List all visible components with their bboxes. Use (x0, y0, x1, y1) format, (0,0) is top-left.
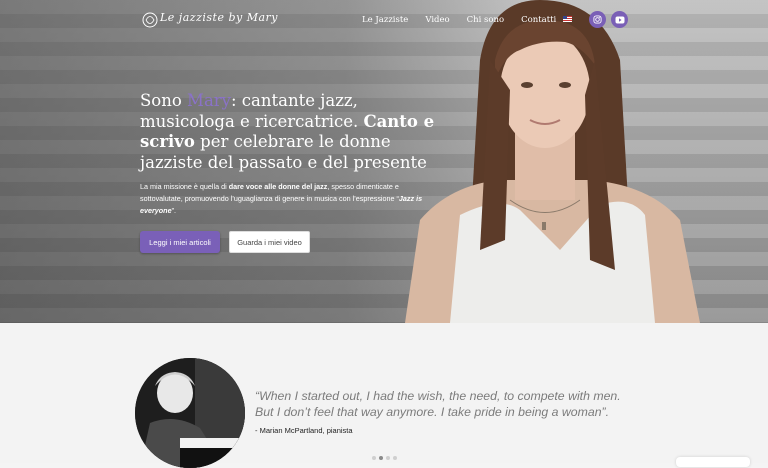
mission-end: ”. (171, 206, 176, 215)
floating-widget[interactable] (676, 457, 750, 467)
testimonial-attribution: - Marian McPartland, pianista (255, 426, 353, 435)
hero-section: Le jazziste by Mary Le Jazziste Video Ch… (0, 0, 768, 323)
us-flag-icon[interactable] (563, 16, 572, 22)
nav-item-chi-sono[interactable]: Chi sono (467, 15, 504, 25)
carousel-dot-2[interactable] (379, 456, 383, 460)
mission-bold: dare voce alle donne del jazz (228, 182, 328, 191)
watch-videos-button[interactable]: Guarda i miei video (229, 231, 310, 253)
carousel-dot-1[interactable] (372, 456, 376, 460)
carousel-dots (372, 456, 397, 460)
carousel-dot-4[interactable] (393, 456, 397, 460)
mission-intro: La mia missione è quella di (140, 182, 229, 191)
carousel-dot-3[interactable] (386, 456, 390, 460)
read-articles-button[interactable]: Leggi i miei articoli (140, 231, 220, 253)
testimonial-portrait (135, 358, 245, 468)
main-nav: Le Jazziste Video Chi sono Contatti (362, 15, 556, 25)
youtube-icon[interactable] (611, 11, 628, 28)
headline-name: Mary (187, 91, 231, 110)
nav-item-contatti[interactable]: Contatti (521, 15, 556, 25)
instagram-icon[interactable] (589, 11, 606, 28)
headline-intro: Sono (140, 91, 188, 110)
testimonial-quote: “When I started out, I had the wish, the… (255, 389, 621, 419)
logo-text[interactable]: Le jazziste by Mary (160, 11, 278, 24)
hero-headline: Sono Mary: cantante jazz, musicologa e r… (140, 91, 440, 173)
nav-item-video[interactable]: Video (425, 15, 449, 25)
mission-statement: La mia missione è quella di dare voce al… (140, 181, 432, 217)
nav-item-le-jazziste[interactable]: Le Jazziste (362, 15, 408, 25)
